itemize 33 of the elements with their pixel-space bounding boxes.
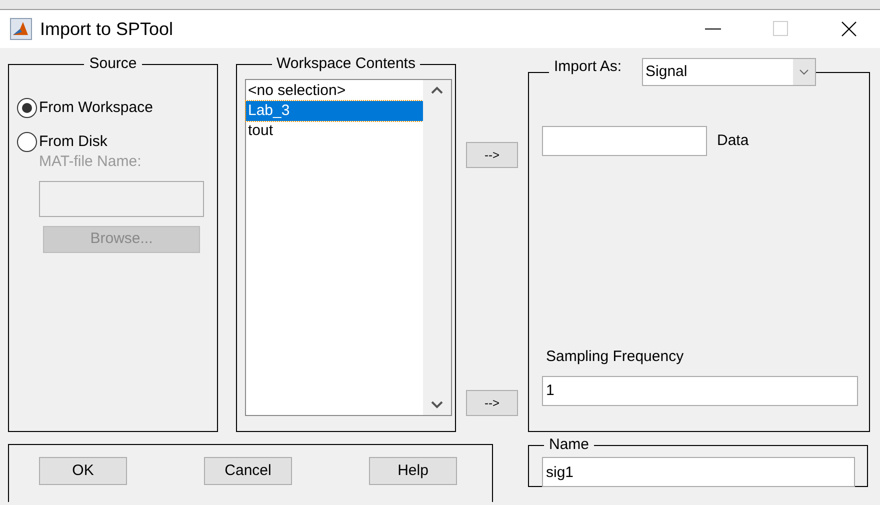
data-field[interactable] xyxy=(542,126,707,156)
window-title: Import to SPTool xyxy=(40,18,174,41)
radio-label: From Disk xyxy=(39,132,108,152)
list-item[interactable]: <no selection> xyxy=(246,81,423,101)
list-item[interactable]: tout xyxy=(246,121,423,141)
scroll-down-icon[interactable] xyxy=(431,401,443,409)
app-logo-icon xyxy=(10,18,32,40)
scroll-up-icon[interactable] xyxy=(431,86,443,94)
transfer-button[interactable]: --> xyxy=(466,142,518,168)
panel-title: Workspace Contents xyxy=(276,55,416,73)
sampling-frequency-label: Sampling Frequency xyxy=(546,347,685,367)
import-as-label: Import As: xyxy=(554,58,622,76)
import-type-dropdown[interactable]: Signal xyxy=(642,58,816,86)
mat-file-label: MAT-file Name: xyxy=(39,153,142,171)
name-field[interactable]: sig1 xyxy=(542,457,855,487)
list-item[interactable]: Lab_3 xyxy=(246,101,423,121)
transfer-button[interactable]: --> xyxy=(466,390,518,416)
data-label: Data xyxy=(717,130,749,151)
radio-button[interactable] xyxy=(17,98,37,118)
cancel-button[interactable]: Cancel xyxy=(204,457,292,485)
panel-title: Name xyxy=(548,436,590,454)
caret-icon xyxy=(798,69,809,75)
close-icon xyxy=(841,21,857,37)
minimize-icon xyxy=(705,28,721,30)
ok-button[interactable]: OK xyxy=(39,457,127,485)
panel-title: Source xyxy=(88,55,138,73)
radio-label: From Workspace xyxy=(39,98,153,118)
workspace-list[interactable]: <no selection> Lab_3 tout xyxy=(245,79,452,416)
help-button[interactable]: Help xyxy=(369,457,457,485)
maximize-icon xyxy=(773,21,789,37)
sampling-frequency-field[interactable]: 1 xyxy=(542,376,858,406)
scrollbar[interactable] xyxy=(423,80,451,415)
radio-button[interactable] xyxy=(17,132,37,152)
